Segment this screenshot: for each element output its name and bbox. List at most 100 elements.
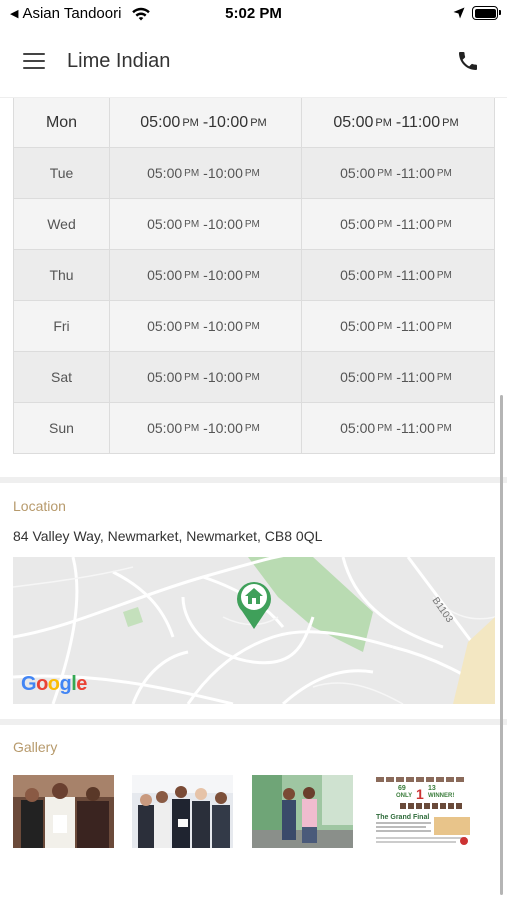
s1-open-ampm: PM — [184, 371, 200, 383]
day-label: Tue — [13, 148, 110, 198]
s2-open-ampm: PM — [375, 116, 392, 129]
s1-open: 05:00 — [147, 165, 183, 181]
hours-row-mon: Mon 05:00 PM - 10:00 PM 05:00 PM - 11:00 PM — [13, 98, 495, 148]
location-map[interactable]: B1103 Google — [13, 557, 495, 704]
s2-close: 11:00 — [400, 165, 435, 181]
s2-close: 11:00 — [400, 369, 435, 385]
gallery-photo-3[interactable] — [252, 775, 353, 848]
poster-number: 1 — [416, 786, 424, 802]
time-range-2: 05:00 PM - 11:00 PM — [302, 403, 495, 453]
poster-winner: WINNER! — [428, 793, 454, 799]
time-range-2: 05:00 PM - 11:00 PM — [302, 199, 495, 249]
s2-close-ampm: PM — [436, 371, 452, 383]
s1-open-ampm: PM — [184, 218, 200, 230]
gallery-poster[interactable]: 69 ONLY 1 13 WINNER! The Grand Final — [372, 775, 473, 848]
hours-row-tue: Tue 05:00 PM - 10:00 PM 05:00 PM - 11:00 PM — [13, 148, 495, 199]
gallery-photo-2[interactable] — [132, 775, 233, 848]
poster-line1: 69 — [398, 785, 406, 792]
s2-open: 05:00 — [340, 216, 376, 232]
s2-close-ampm: PM — [436, 218, 452, 230]
s1-close: 10:00 — [207, 165, 243, 181]
google-logo: Google — [21, 673, 87, 695]
s2-close: 11:00 — [400, 318, 435, 334]
s2-close: 11:00 — [400, 420, 435, 436]
day-label: Wed — [13, 199, 110, 249]
gallery: 69 ONLY 1 13 WINNER! The Grand Final — [13, 775, 495, 848]
time-range-1: 05:00 PM - 10:00 PM — [110, 301, 302, 351]
gallery-label: Gallery — [13, 739, 58, 755]
day-label: Sat — [13, 352, 110, 402]
s2-open: 05:00 — [340, 318, 376, 334]
time-range-2: 05:00 PM - 11:00 PM — [302, 148, 495, 198]
time-range-2: 05:00 PM - 11:00 PM — [302, 250, 495, 300]
hours-row-thu: Thu 05:00 PM - 10:00 PM 05:00 PM - 11:00 PM — [13, 250, 495, 301]
hours-row-fri: Fri 05:00 PM - 10:00 PM 05:00 PM - 11:00 PM — [13, 301, 495, 352]
location-arrow-icon — [453, 7, 465, 19]
poster-line3: 13 — [428, 785, 436, 792]
hours-row-wed: Wed 05:00 PM - 10:00 PM 05:00 PM - 11:00 PM — [13, 199, 495, 250]
s1-close-ampm: PM — [244, 269, 260, 281]
s1-open-ampm: PM — [184, 320, 200, 332]
s2-open: 05:00 — [340, 420, 376, 436]
s1-open-ampm: PM — [182, 116, 199, 129]
section-divider — [0, 477, 507, 483]
location-label: Location — [13, 498, 66, 514]
poster-line2: ONLY — [396, 793, 412, 799]
s2-open-ampm: PM — [377, 371, 393, 383]
s1-open-ampm: PM — [184, 422, 200, 434]
s1-close: 10:00 — [207, 420, 243, 436]
s2-open: 05:00 — [340, 267, 376, 283]
s1-open-ampm: PM — [184, 167, 200, 179]
time-range-2: 05:00 PM - 11:00 PM — [302, 352, 495, 402]
s1-close-ampm: PM — [250, 116, 267, 129]
s2-close: 11:00 — [401, 113, 441, 131]
s1-open: 05:00 — [140, 113, 181, 131]
address-text: 84 Valley Way, Newmarket, Newmarket, CB8… — [13, 528, 323, 544]
time-range-1: 05:00 PM - 10:00 PM — [110, 199, 302, 249]
hamburger-menu-icon[interactable] — [23, 53, 45, 69]
hours-row-sun: Sun 05:00 PM - 10:00 PM 05:00 PM - 11:00 PM — [13, 403, 495, 454]
s2-close-ampm: PM — [436, 167, 452, 179]
phone-icon[interactable] — [456, 49, 480, 73]
day-label: Thu — [13, 250, 110, 300]
s2-close: 11:00 — [400, 267, 435, 283]
home-marker-icon[interactable] — [233, 577, 275, 631]
s1-close: 10:00 — [207, 318, 243, 334]
s1-close-ampm: PM — [244, 218, 260, 230]
s1-open-ampm: PM — [184, 269, 200, 281]
s2-open-ampm: PM — [377, 167, 393, 179]
s2-open-ampm: PM — [377, 320, 393, 332]
s2-close-ampm: PM — [442, 116, 459, 129]
s2-open-ampm: PM — [377, 218, 393, 230]
s1-close: 10:00 — [207, 267, 243, 283]
scrollbar[interactable] — [500, 395, 503, 895]
s1-open: 05:00 — [147, 216, 183, 232]
battery-icon — [472, 6, 501, 20]
time-range-1: 05:00 PM - 10:00 PM — [110, 403, 302, 453]
s1-close-ampm: PM — [244, 371, 260, 383]
page-title: Lime Indian — [67, 50, 171, 72]
time-range-1: 05:00 PM - 10:00 PM — [110, 98, 302, 147]
s1-close-ampm: PM — [244, 320, 260, 332]
day-label: Fri — [13, 301, 110, 351]
time-range-1: 05:00 PM - 10:00 PM — [110, 148, 302, 198]
s1-open: 05:00 — [147, 267, 183, 283]
s2-close-ampm: PM — [436, 422, 452, 434]
hours-row-sat: Sat 05:00 PM - 10:00 PM 05:00 PM - 11:00 PM — [13, 352, 495, 403]
time-range-2: 05:00 PM - 11:00 PM — [302, 301, 495, 351]
s2-open: 05:00 — [340, 369, 376, 385]
s2-open-ampm: PM — [377, 422, 393, 434]
section-divider — [0, 719, 507, 725]
time-range-1: 05:00 PM - 10:00 PM — [110, 250, 302, 300]
time-range-1: 05:00 PM - 10:00 PM — [110, 352, 302, 402]
time-range-2: 05:00 PM - 11:00 PM — [302, 98, 495, 147]
s2-open-ampm: PM — [377, 269, 393, 281]
app-header: Lime Indian — [0, 28, 507, 98]
poster-headline: The Grand Final — [376, 814, 429, 821]
s2-open: 05:00 — [340, 165, 376, 181]
day-label: Sun — [13, 403, 110, 453]
opening-hours-table: Mon 05:00 PM - 10:00 PM 05:00 PM - 11:00 PM Tue 05… — [13, 98, 495, 454]
gallery-photo-1[interactable] — [13, 775, 114, 848]
s1-close: 10:00 — [207, 216, 243, 232]
s1-open: 05:00 — [147, 420, 183, 436]
